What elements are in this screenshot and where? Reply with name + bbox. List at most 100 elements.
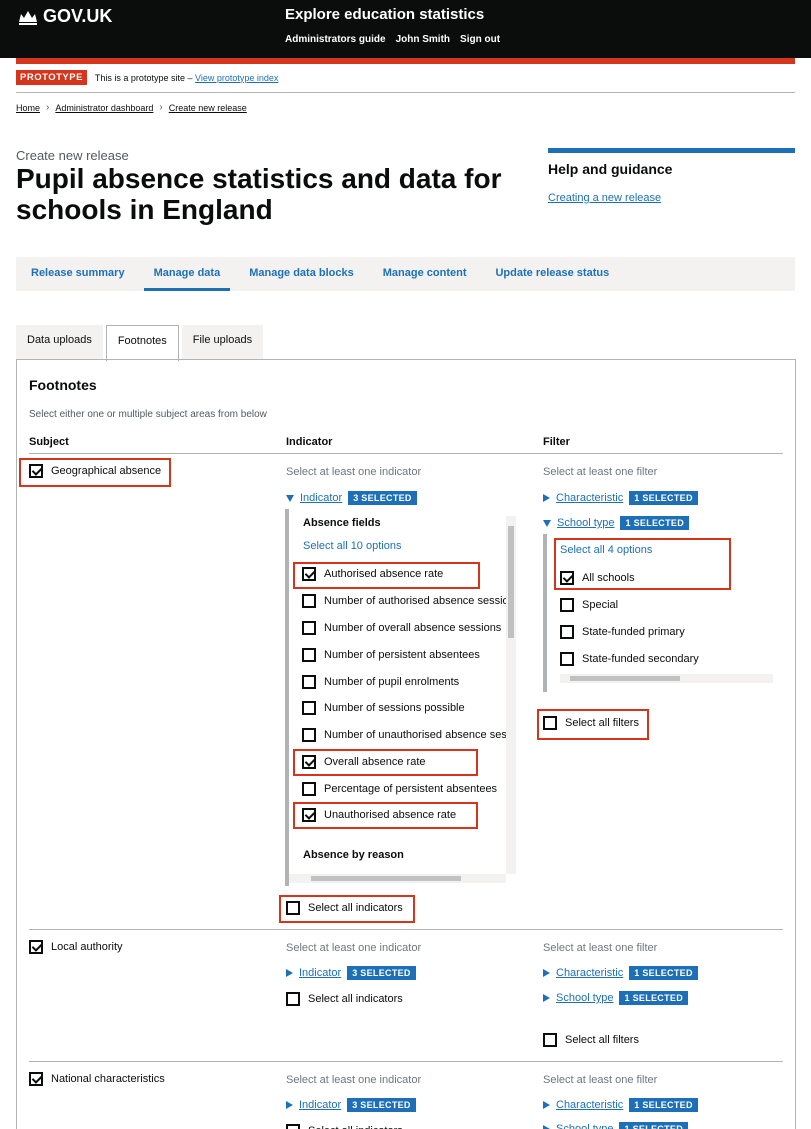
indicator-hint: Select at least one indicator xyxy=(286,942,422,954)
indicator-toggle[interactable]: Indicator xyxy=(299,1099,341,1111)
phase-text: This is a prototype site – View prototyp… xyxy=(94,72,279,83)
chevron-right-icon: › xyxy=(46,102,50,113)
select-all-options-link[interactable]: Select all 10 options xyxy=(303,540,401,552)
option-label: Select all indicators xyxy=(308,1125,403,1129)
indicator-option[interactable]: Number of unauthorised absence sessions xyxy=(302,728,507,742)
breadcrumb-home[interactable]: Home xyxy=(16,103,40,113)
checkbox[interactable] xyxy=(302,648,316,662)
header-nav: Administrators guide John Smith Sign out xyxy=(285,34,500,45)
header-accent-bar xyxy=(16,58,795,64)
horizontal-scrollbar[interactable] xyxy=(289,874,506,883)
indicator-toggle[interactable]: Indicator xyxy=(299,967,341,979)
characteristic-disclosure[interactable]: Characteristic 1 SELECTED xyxy=(543,966,698,980)
selected-badge: 1 SELECTED xyxy=(629,966,698,980)
breadcrumb: Home › Administrator dashboard › Create … xyxy=(16,102,247,113)
select-all-filters[interactable]: Select all filters xyxy=(543,1033,639,1047)
checkbox[interactable] xyxy=(302,594,316,608)
govuk-logo[interactable]: GOV.UK xyxy=(17,6,112,27)
indicator-option[interactable]: Number of pupil enrolments xyxy=(302,675,459,689)
school-type-toggle[interactable]: School type xyxy=(556,992,613,1004)
horizontal-scrollbar[interactable] xyxy=(560,674,773,683)
breadcrumb-create-release[interactable]: Create new release xyxy=(169,103,247,113)
nav-release-summary[interactable]: Release summary xyxy=(31,257,125,291)
nav-manage-content[interactable]: Manage content xyxy=(383,257,467,291)
header-link-signout[interactable]: Sign out xyxy=(460,34,500,45)
scrollbar-thumb[interactable] xyxy=(508,526,514,638)
highlight-box xyxy=(293,749,478,776)
indicator-toggle[interactable]: Indicator xyxy=(300,492,342,504)
subject-label: National characteristics xyxy=(51,1073,165,1085)
header-link-guide[interactable]: Administrators guide xyxy=(285,34,386,45)
nav-manage-data-blocks[interactable]: Manage data blocks xyxy=(249,257,354,291)
help-link[interactable]: Creating a new release xyxy=(548,192,795,204)
service-name[interactable]: Explore education statistics xyxy=(285,6,484,23)
characteristic-toggle[interactable]: Characteristic xyxy=(556,492,623,504)
chevron-right-icon: › xyxy=(159,102,163,113)
highlight-box xyxy=(293,562,480,589)
column-filter: Filter xyxy=(543,436,570,448)
indicator-option[interactable]: Number of sessions possible xyxy=(302,701,465,715)
checkbox[interactable] xyxy=(286,1124,300,1129)
vertical-scrollbar[interactable] xyxy=(506,516,516,874)
indicator-disclosure[interactable]: Indicator 3 SELECTED xyxy=(286,966,416,980)
group-heading: Absence fields xyxy=(303,517,381,529)
school-type-disclosure[interactable]: School type 1 SELECTED xyxy=(543,991,688,1005)
indicator-option[interactable]: Number of overall absence sessions xyxy=(302,621,501,635)
checkbox[interactable] xyxy=(29,1072,43,1086)
characteristic-toggle[interactable]: Characteristic xyxy=(556,1099,623,1111)
selected-badge: 3 SELECTED xyxy=(347,966,416,980)
prototype-index-link[interactable]: View prototype index xyxy=(195,73,278,83)
page-caption: Create new release xyxy=(16,148,129,163)
characteristic-toggle[interactable]: Characteristic xyxy=(556,967,623,979)
help-heading: Help and guidance xyxy=(548,161,673,177)
select-all-indicators[interactable]: Select all indicators xyxy=(286,1124,403,1129)
scrollbar-thumb[interactable] xyxy=(570,676,680,681)
checkbox[interactable] xyxy=(302,701,316,715)
option-label: Number of pupil enrolments xyxy=(324,676,460,688)
nav-update-status[interactable]: Update release status xyxy=(495,257,609,291)
checkbox[interactable] xyxy=(543,1033,557,1047)
checkbox[interactable] xyxy=(302,728,316,742)
checkbox[interactable] xyxy=(560,652,574,666)
select-all-indicators[interactable]: Select all indicators xyxy=(286,992,403,1006)
school-type-option[interactable]: State-funded secondary xyxy=(560,652,699,666)
indicator-disclosure[interactable]: Indicator 3 SELECTED xyxy=(286,1098,416,1112)
phase-tag: PROTOTYPE xyxy=(16,70,87,85)
selected-badge: 1 SELECTED xyxy=(619,991,688,1005)
indicator-disclosure[interactable]: Indicator 3 SELECTED xyxy=(286,491,417,505)
divider xyxy=(29,453,783,454)
subject-checkbox-national[interactable]: National characteristics xyxy=(29,1072,165,1086)
checkbox[interactable] xyxy=(560,598,574,612)
characteristic-disclosure[interactable]: Characteristic 1 SELECTED xyxy=(543,491,698,505)
checkbox[interactable] xyxy=(29,940,43,954)
release-nav: Release summary Manage data Manage data … xyxy=(16,257,795,291)
checkbox[interactable] xyxy=(302,621,316,635)
indicator-option[interactable]: Number of persistent absentees xyxy=(302,648,480,662)
checkbox[interactable] xyxy=(302,782,316,796)
school-type-option[interactable]: Special xyxy=(560,598,618,612)
logo-text: GOV.UK xyxy=(43,6,113,26)
checkbox[interactable] xyxy=(560,625,574,639)
school-type-option[interactable]: State-funded primary xyxy=(560,625,685,639)
option-label: Percentage of persistent absentees xyxy=(324,783,498,795)
scrollbar-thumb[interactable] xyxy=(311,876,461,881)
triangle-down-icon xyxy=(543,519,551,527)
checkbox[interactable] xyxy=(302,675,316,689)
characteristic-disclosure[interactable]: Characteristic 1 SELECTED xyxy=(543,1098,698,1112)
indicator-option[interactable]: Number of authorised absence sessions xyxy=(302,594,507,608)
subject-checkbox-local-authority[interactable]: Local authority xyxy=(29,940,123,954)
selected-badge: 1 SELECTED xyxy=(619,1122,688,1129)
tab-footnotes[interactable]: Footnotes xyxy=(105,325,179,361)
breadcrumb-dashboard[interactable]: Administrator dashboard xyxy=(55,103,153,113)
school-type-disclosure[interactable]: School type 1 SELECTED xyxy=(543,1122,688,1129)
checkbox[interactable] xyxy=(286,992,300,1006)
header-link-user[interactable]: John Smith xyxy=(396,34,450,45)
school-type-disclosure[interactable]: School type 1 SELECTED xyxy=(543,516,689,530)
tab-data-uploads[interactable]: Data uploads xyxy=(16,325,103,359)
tab-file-uploads[interactable]: File uploads xyxy=(181,325,264,359)
school-type-toggle[interactable]: School type xyxy=(557,517,614,529)
school-type-toggle[interactable]: School type xyxy=(556,1123,613,1129)
phase-banner: PROTOTYPE This is a prototype site – Vie… xyxy=(16,70,278,85)
indicator-option[interactable]: Percentage of persistent absentees xyxy=(302,782,497,796)
nav-manage-data[interactable]: Manage data xyxy=(143,257,230,291)
